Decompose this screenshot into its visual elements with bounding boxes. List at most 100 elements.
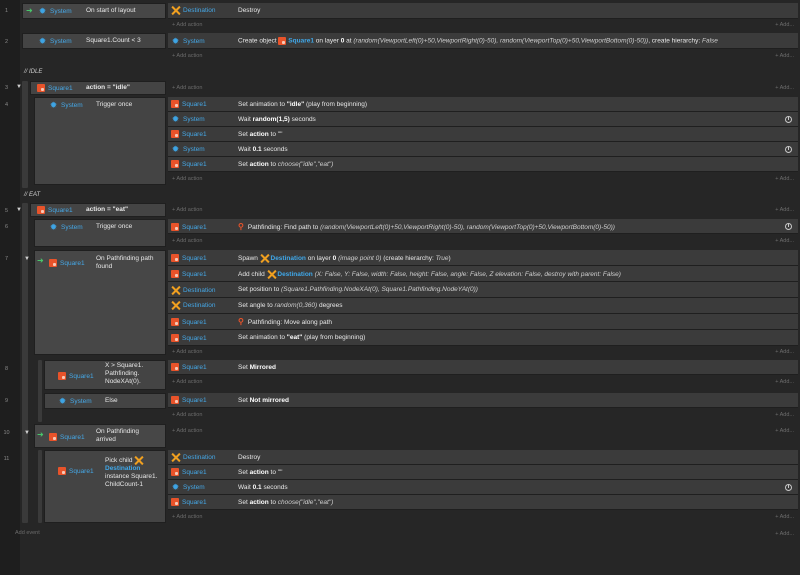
condition-text[interactable]: Trigger once [96,101,132,109]
add-more-link[interactable]: + Add... [775,53,794,59]
add-more-link[interactable]: + Add... [775,514,794,520]
action-text[interactable]: Set Mirrored [238,364,276,371]
add-action-link[interactable]: + Add action [172,379,202,385]
add-more-link[interactable]: + Add... [775,379,794,385]
condition-object[interactable]: Square1 [58,467,94,475]
action-object[interactable]: Destination [171,6,216,15]
condition-text[interactable]: X > Square1. Pathfinding. NodeXAt(0). [105,362,160,386]
action-object[interactable]: Square1 [171,498,207,506]
condition-text[interactable]: Pick child Destination instance Square1. … [105,456,163,489]
action-text[interactable]: Set action to choose("idle","eat") [238,499,333,506]
add-action-link[interactable]: + Add action [172,207,202,213]
action-object[interactable]: Destination [171,286,216,295]
action-text[interactable]: Set action to "" [238,469,282,476]
action-text[interactable]: Set action to choose("idle","eat") [238,161,333,168]
condition-text[interactable]: Trigger once [96,223,132,231]
square1-sprite-icon [171,254,179,262]
action-object[interactable]: ✹ System [171,483,205,492]
condition-text[interactable]: On start of layout [86,7,136,15]
add-action-link[interactable]: + Add action [172,349,202,355]
condition-text[interactable]: On Pathfinding path found [96,255,156,271]
condition-object[interactable]: ✹ System [58,397,92,406]
comment-idle[interactable]: // IDLE [24,69,42,75]
condition-object[interactable]: Square1 [37,206,73,214]
condition-text[interactable]: action = "idle" [86,84,130,92]
action-text[interactable]: Wait 0.1 seconds [238,484,288,491]
action-object[interactable]: Square1 [171,223,207,231]
destination-cross-icon [171,286,180,295]
add-event-link[interactable]: Add event [15,530,40,536]
condition-object[interactable]: Square1 [49,433,85,441]
action-text[interactable]: Spawn Destination on layer 0 (image poin… [238,254,451,263]
action-object[interactable]: Square1 [171,270,207,278]
action-text[interactable]: Wait random(1,5) seconds [238,116,316,123]
condition-text[interactable]: action = "eat" [86,206,128,214]
collapse-triangle-icon[interactable]: ▼ [24,430,30,436]
add-action-link[interactable]: + Add action [172,514,202,520]
action-text[interactable]: Add child Destination (X: False, Y: Fals… [238,270,621,279]
action-object[interactable]: Square1 [171,318,207,326]
add-more-link[interactable]: + Add... [775,428,794,434]
action-object[interactable]: ✹ System [171,37,205,46]
add-more-link[interactable]: + Add... [775,238,794,244]
action-text[interactable]: Destroy [238,7,260,14]
condition-object[interactable]: Square1 [37,84,73,92]
row-number: 2 [4,39,9,45]
action-text[interactable]: Set Not mirrored [238,397,289,404]
collapse-triangle-icon[interactable]: ▼ [24,256,30,262]
add-more-link[interactable]: + Add... [775,176,794,182]
action-object[interactable]: ✹ System [171,145,205,154]
condition-object[interactable]: ✹ System [49,101,83,110]
add-action-link[interactable]: + Add action [172,53,202,59]
add-more-link[interactable]: + Add... [775,412,794,418]
add-action-link[interactable]: + Add action [172,22,202,28]
action-text[interactable]: Set action to "" [238,131,282,138]
square1-sprite-icon [171,223,179,231]
destination-cross-icon [171,301,180,310]
action-text[interactable]: Set position to (Square1.Pathfinding.Nod… [238,286,478,293]
condition-object[interactable]: ✹ System [38,37,72,46]
add-more-link[interactable]: + Add... [775,207,794,213]
action-object[interactable]: Square1 [171,100,207,108]
square1-sprite-icon [171,270,179,278]
add-more-link[interactable]: + Add... [775,531,794,537]
action-object[interactable]: Square1 [171,334,207,342]
action-text[interactable]: Create object Square1 on layer 0 at (ran… [238,37,718,45]
condition-object[interactable]: Square1 [58,372,94,380]
action-row[interactable] [168,3,798,19]
action-text[interactable]: Destroy [238,454,260,461]
action-object[interactable]: Square1 [171,130,207,138]
condition-object[interactable]: Square1 [49,259,85,267]
destination-cross-icon [171,6,180,15]
action-row[interactable] [168,450,798,465]
add-action-link[interactable]: + Add action [172,85,202,91]
event-4-condition-block[interactable] [34,97,166,185]
add-action-link[interactable]: + Add action [172,428,202,434]
add-action-link[interactable]: + Add action [172,412,202,418]
action-object[interactable]: Square1 [171,468,207,476]
condition-text[interactable]: Else [105,397,118,405]
action-object[interactable]: ✹ System [171,115,205,124]
action-object[interactable]: Destination [171,453,216,462]
action-text[interactable]: Set animation to "eat" (play from beginn… [238,334,365,341]
add-more-link[interactable]: + Add... [775,22,794,28]
condition-object[interactable]: ✹ System [38,7,72,16]
condition-text[interactable]: Square1.Count < 3 [86,37,141,45]
action-object[interactable]: Destination [171,301,216,310]
comment-eat[interactable]: // EAT [24,192,40,198]
action-object[interactable]: Square1 [171,254,207,262]
condition-object[interactable]: ✹ System [49,223,83,232]
action-text[interactable]: ⚲ Pathfinding: Find path to (random(View… [238,223,615,232]
action-object[interactable]: Square1 [171,160,207,168]
add-more-link[interactable]: + Add... [775,349,794,355]
action-object[interactable]: Square1 [171,363,207,371]
add-action-link[interactable]: + Add action [172,238,202,244]
condition-text[interactable]: On Pathfinding arrived [96,428,156,444]
add-more-link[interactable]: + Add... [775,85,794,91]
action-text[interactable]: Wait 0.1 seconds [238,146,288,153]
action-text[interactable]: ⚲ Pathfinding: Move along path [238,318,332,327]
action-text[interactable]: Set angle to random(0,360) degrees [238,302,342,309]
action-object[interactable]: Square1 [171,396,207,404]
add-action-link[interactable]: + Add action [172,176,202,182]
action-text[interactable]: Set animation to "idle" (play from begin… [238,101,367,108]
